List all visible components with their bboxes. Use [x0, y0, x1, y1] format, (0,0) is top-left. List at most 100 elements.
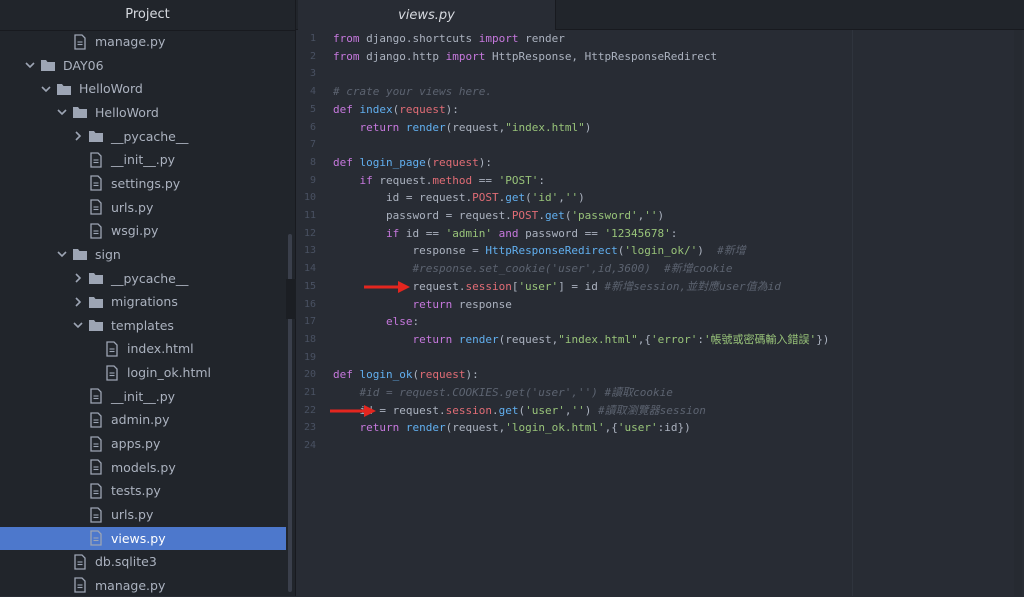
- code-token: return: [359, 120, 400, 134]
- tree-file[interactable]: db.sqlite3: [0, 550, 286, 573]
- editor-scrollbar[interactable]: [1014, 30, 1022, 596]
- line-number: 9: [309, 174, 316, 186]
- code-token: HttpResponseRedirect: [485, 244, 618, 258]
- line-number: 16: [303, 298, 316, 310]
- tree-folder[interactable]: HelloWord: [0, 101, 286, 124]
- code-line: #response.set_cookie('user',id,3600) #新增…: [333, 260, 733, 278]
- folder-icon: [88, 128, 104, 144]
- tree-file[interactable]: admin.py: [0, 408, 286, 431]
- chevron-down-icon[interactable]: [56, 106, 68, 118]
- tree-file[interactable]: views.py: [0, 526, 286, 550]
- code-token: login_ok: [359, 368, 413, 382]
- tree-file[interactable]: settings.py: [0, 172, 286, 195]
- line-number: 8: [309, 156, 316, 168]
- tree-folder[interactable]: sign: [0, 243, 286, 266]
- code-token: ): [584, 403, 598, 417]
- tree-item-label: manage.py: [95, 34, 166, 49]
- tree-folder[interactable]: migrations: [0, 290, 286, 313]
- tree-file[interactable]: urls.py: [0, 196, 286, 219]
- code-token: #response.set_cookie('user',id,3600) #新增…: [412, 262, 733, 276]
- tree-item-label: db.sqlite3: [95, 554, 157, 570]
- code-token: :id}): [657, 421, 691, 435]
- chevron-down-icon[interactable]: [56, 248, 68, 260]
- code-token: (: [525, 191, 532, 205]
- line-number: 3: [309, 68, 316, 80]
- tree-file[interactable]: wsgi.py: [0, 219, 286, 242]
- code-token: get: [498, 403, 519, 417]
- tree-item-label: templates: [111, 317, 174, 333]
- code-line: from django.shortcuts import render: [333, 30, 565, 48]
- code-token: get: [505, 191, 526, 205]
- file-icon: [88, 530, 104, 546]
- code-token: POST: [472, 191, 499, 205]
- code-token: ): [657, 209, 665, 222]
- tree-folder[interactable]: DAY06: [0, 54, 286, 77]
- file-icon: [88, 223, 104, 239]
- line-number: 7: [309, 139, 316, 151]
- tree-file[interactable]: __init__.py: [0, 148, 286, 171]
- tree-file[interactable]: tests.py: [0, 479, 286, 502]
- code-token: :: [538, 173, 545, 187]
- code-token: .: [538, 209, 545, 222]
- file-icon: [88, 388, 104, 404]
- tree-file[interactable]: models.py: [0, 456, 286, 479]
- code-token: if: [385, 226, 400, 240]
- chevron-right-icon[interactable]: [72, 130, 84, 142]
- code-token: ,: [558, 191, 565, 205]
- line-number: 1: [309, 33, 316, 44]
- tree-folder[interactable]: templates: [0, 314, 286, 337]
- code-editor[interactable]: 1 2 3 4 5 6 7 8 9 10 11 12 13 14 15 16 17 18 19 20 21 22 23 24 …: [296, 30, 1024, 596]
- code-token: '帳號或密碼輸入錯誤': [703, 332, 817, 346]
- code-token: ): [578, 191, 585, 205]
- code-token: def: [333, 368, 353, 382]
- code-token: '': [564, 191, 579, 205]
- line-number: 17: [303, 316, 316, 328]
- tree-folder[interactable]: __pycache__: [0, 125, 286, 148]
- file-icon: [104, 341, 120, 357]
- code-token: HttpResponse, HttpResponseRedirect: [485, 49, 718, 63]
- code-token: session: [465, 279, 512, 293]
- tree-item-label: __pycache__: [111, 270, 189, 286]
- file-icon: [104, 364, 120, 381]
- tree-folder[interactable]: HelloWord: [0, 77, 286, 100]
- code-line: if request.method == 'POST':: [333, 172, 545, 190]
- wrap-guide: [852, 30, 853, 596]
- tab-views-py[interactable]: views.py: [298, 0, 556, 30]
- tree-file[interactable]: index.html: [0, 337, 286, 360]
- tree-item-label: DAY06: [63, 57, 104, 73]
- chevron-down-icon[interactable]: [24, 59, 36, 71]
- code-line: if id == 'admin' and password == '123456…: [333, 225, 677, 243]
- chevron-right-icon[interactable]: [72, 296, 84, 308]
- code-line: response = HttpResponseRedirect('login_o…: [333, 242, 745, 260]
- chevron-right-icon[interactable]: [72, 272, 84, 284]
- tree-item-label: index.html: [127, 341, 194, 357]
- chevron-down-icon[interactable]: [72, 319, 84, 331]
- code-token: #讀取瀏覽器session: [597, 403, 706, 417]
- tree-file[interactable]: login_ok.html: [0, 361, 286, 384]
- tree-item-label: __init__.py: [111, 152, 176, 168]
- code-token: login_page: [359, 155, 426, 169]
- tree-file[interactable]: apps.py: [0, 432, 286, 455]
- tree-file[interactable]: manage.py: [0, 30, 286, 53]
- code-token: 'id': [531, 191, 559, 205]
- tree-item-label: manage.py: [95, 577, 166, 593]
- code-token: :: [412, 315, 420, 329]
- line-number: 20: [303, 369, 316, 381]
- code-token: "index.html": [505, 120, 585, 134]
- tree-file[interactable]: manage.py: [0, 574, 286, 597]
- code-token: (request,: [445, 120, 506, 134]
- code-token: 'admin': [445, 226, 492, 240]
- code-token: method: [432, 173, 473, 187]
- chevron-down-icon[interactable]: [40, 83, 52, 95]
- code-token: 'user': [518, 279, 559, 293]
- tree-item-label: wsgi.py: [111, 223, 159, 239]
- line-number: 21: [303, 387, 316, 398]
- tree-file[interactable]: urls.py: [0, 503, 286, 526]
- tree-folder[interactable]: __pycache__: [0, 267, 286, 290]
- tree-file[interactable]: __init__.py: [0, 385, 286, 408]
